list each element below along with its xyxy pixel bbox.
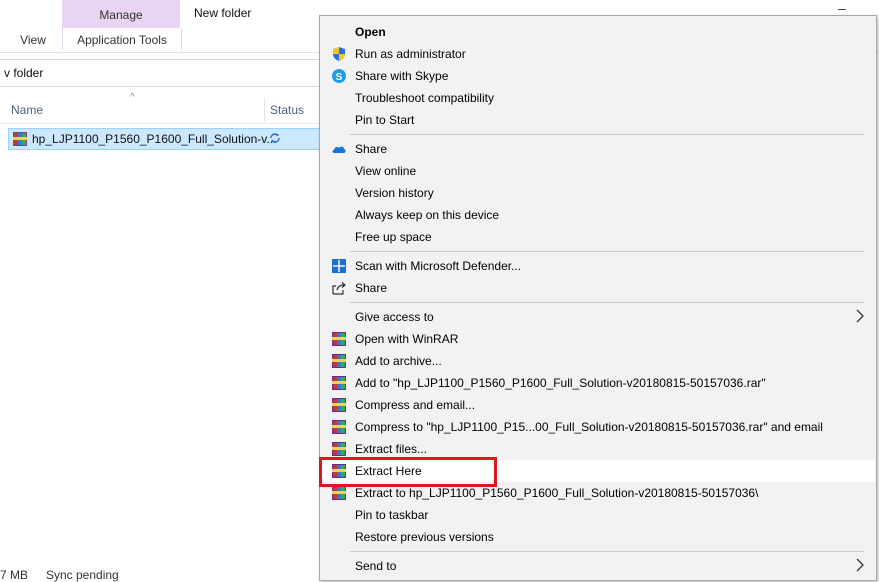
menu-item-label: Restore previous versions [355,530,494,544]
menu-item-label: Give access to [355,310,434,324]
winrar-archive-icon [13,132,27,146]
address-bar[interactable] [0,59,331,87]
menu-item-label: View online [355,164,417,178]
winrar-icon [332,376,346,390]
menu-item-label: Send to [355,559,397,573]
minimize-button[interactable]: – [838,0,846,16]
tab-view[interactable]: View [8,28,58,50]
menu-item-pin-to-taskbar[interactable]: Pin to taskbar [321,504,875,526]
uac-shield-icon [333,47,345,61]
menu-item-label: Always keep on this device [355,208,500,222]
menu-item-run-as-administrator[interactable]: Run as administrator [321,43,875,65]
tab-application-tools[interactable]: Application Tools [62,28,182,50]
highlight-annotation-box [319,457,497,487]
menu-item-label: Open [355,25,386,39]
menu-item-label: Add to archive... [355,354,442,368]
menu-item-troubleshoot-compatibility[interactable]: Troubleshoot compatibility [321,87,875,109]
menu-item-send-to[interactable]: Send to [321,555,875,577]
menu-item-restore-previous-versions[interactable]: Restore previous versions [321,526,875,548]
column-header-status[interactable]: Status [270,103,304,117]
menu-item-open[interactable]: Open [321,21,875,43]
menu-item-label: Extract to hp_LJP1100_P1560_P1600_Full_S… [355,486,759,500]
address-path: v folder [4,66,44,80]
winrar-icon [332,442,346,456]
menu-item-give-access-to[interactable]: Give access to [321,306,875,328]
menu-item-always-keep[interactable]: Always keep on this device [321,204,875,226]
menu-separator [350,251,864,252]
menu-item-label: Share with Skype [355,69,449,83]
menu-item-free-up-space[interactable]: Free up space [321,226,875,248]
menu-item-label: Open with WinRAR [355,332,459,346]
menu-item-label: Pin to Start [355,113,415,127]
winrar-icon [332,398,346,412]
menu-item-label: Share [355,142,388,156]
menu-item-label: Run as administrator [355,47,466,61]
menu-item-share-onedrive[interactable]: Share [321,138,875,160]
menu-separator [350,134,864,135]
menu-item-view-online[interactable]: View online [321,160,875,182]
menu-item-share-with-skype[interactable]: S Share with Skype [321,65,875,87]
svg-text:S: S [336,72,343,83]
sort-ascending-icon: ^ [130,92,135,103]
chevron-right-icon [856,309,864,323]
defender-icon [332,259,346,273]
menu-item-label: Pin to taskbar [355,508,429,522]
menu-item-add-to-archive[interactable]: Add to archive... [321,350,875,372]
menu-item-label: Compress to "hp_LJP1100_P15...00_Full_So… [355,420,823,434]
context-menu: Open Run as administrator S Share with S… [319,15,877,581]
status-sync: Sync pending [46,568,119,582]
chevron-right-icon [856,558,864,572]
skype-icon: S [332,69,346,83]
menu-item-compress-to-named-rar-email[interactable]: Compress to "hp_LJP1100_P15...00_Full_So… [321,416,875,438]
window-title: New folder [194,6,252,20]
share-icon [332,282,346,295]
status-size: 7 MB [0,568,29,582]
file-name: hp_LJP1100_P1560_P1600_Full_Solution-v..… [32,132,277,146]
menu-item-label: Compress and email... [355,398,476,412]
menu-item-pin-to-start[interactable]: Pin to Start [321,109,875,131]
menu-item-scan-defender[interactable]: Scan with Microsoft Defender... [321,255,875,277]
menu-item-label: Free up space [355,230,432,244]
winrar-icon [332,354,346,368]
column-divider[interactable] [264,98,265,122]
sync-pending-icon [270,133,280,143]
menu-item-compress-and-email[interactable]: Compress and email... [321,394,875,416]
menu-item-open-with-winrar[interactable]: Open with WinRAR [321,328,875,350]
menu-item-share[interactable]: Share [321,277,875,299]
column-header-name[interactable]: Name [11,103,43,117]
menu-item-label: Troubleshoot compatibility [355,91,494,105]
menu-item-label: Scan with Microsoft Defender... [355,259,522,273]
menu-item-label: Share [355,281,388,295]
winrar-icon [332,486,346,500]
winrar-icon [332,420,346,434]
menu-separator [350,551,864,552]
menu-item-label: Version history [355,186,434,200]
menu-item-version-history[interactable]: Version history [321,182,875,204]
menu-item-label: Add to "hp_LJP1100_P1560_P1600_Full_Solu… [355,376,766,390]
menu-item-add-to-named-rar[interactable]: Add to "hp_LJP1100_P1560_P1600_Full_Solu… [321,372,875,394]
tab-manage[interactable]: Manage [62,0,180,28]
menu-separator [350,302,864,303]
winrar-icon [332,332,346,346]
onedrive-cloud-icon [332,146,346,153]
menu-item-label: Extract files... [355,442,428,456]
